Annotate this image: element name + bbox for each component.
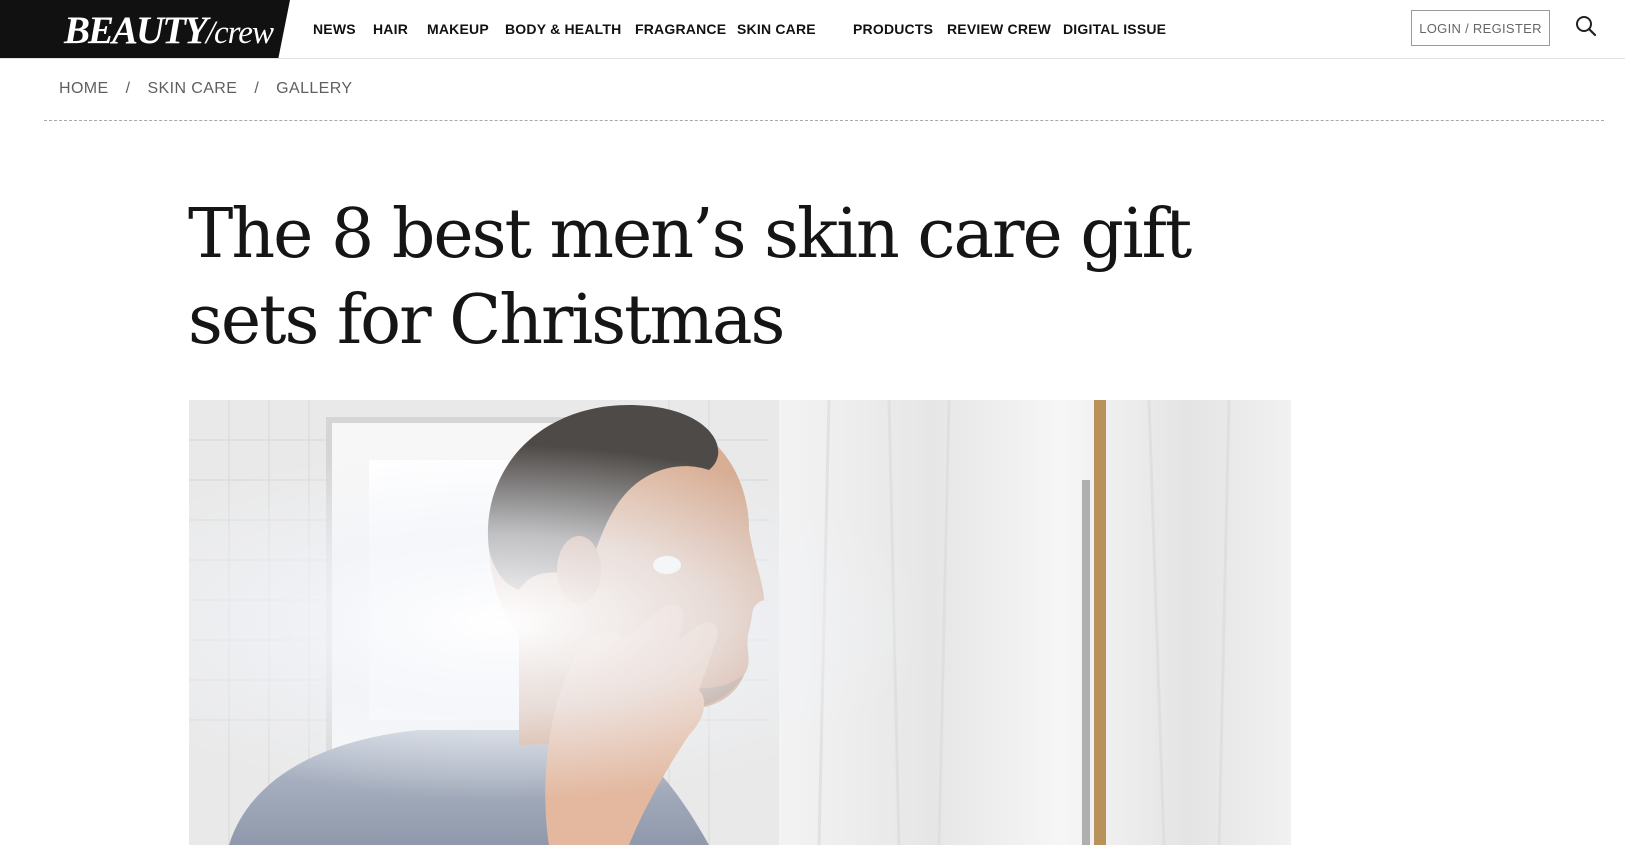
nav-item-products[interactable]: PRODUCTS: [853, 21, 933, 37]
hero-photo-illustration: [189, 400, 1291, 845]
logo-primary: BEAUTY: [64, 9, 208, 52]
nav-item-body-health[interactable]: BODY & HEALTH: [505, 21, 621, 37]
site-logo[interactable]: BEAUTY/crew: [0, 0, 290, 58]
login-register-button[interactable]: LOGIN / REGISTER: [1411, 10, 1550, 46]
article-title: The 8 best men’s skin care gift sets for…: [188, 195, 1192, 360]
nav-item-hair[interactable]: HAIR: [373, 21, 408, 37]
breadcrumb-separator: /: [125, 80, 131, 97]
search-button[interactable]: [1574, 14, 1598, 38]
nav-item-digital-issue[interactable]: DIGITAL ISSUE: [1063, 21, 1166, 37]
hero-image: [189, 400, 1291, 845]
breadcrumb-divider: [44, 120, 1604, 121]
breadcrumb-separator: /: [254, 80, 260, 97]
breadcrumb-skin-care[interactable]: SKIN CARE: [147, 80, 237, 98]
nav-item-review-crew[interactable]: REVIEW CREW: [947, 21, 1051, 37]
nav-item-skin-care[interactable]: SKIN CARE: [737, 21, 816, 37]
search-icon: [1576, 16, 1597, 37]
breadcrumb: HOME / SKIN CARE / GALLERY: [59, 78, 353, 100]
breadcrumb-home[interactable]: HOME: [59, 80, 109, 98]
logo-secondary: /crew: [205, 15, 274, 51]
logo-wordmark: BEAUTY/crew: [64, 8, 274, 53]
breadcrumb-gallery[interactable]: GALLERY: [276, 80, 352, 98]
nav-item-fragrance[interactable]: FRAGRANCE: [635, 21, 726, 37]
nav-item-news[interactable]: NEWS: [313, 21, 356, 37]
nav-item-makeup[interactable]: MAKEUP: [427, 21, 489, 37]
site-header: BEAUTY/crew NEWS HAIR MAKEUP BODY & HEAL…: [0, 0, 1625, 59]
